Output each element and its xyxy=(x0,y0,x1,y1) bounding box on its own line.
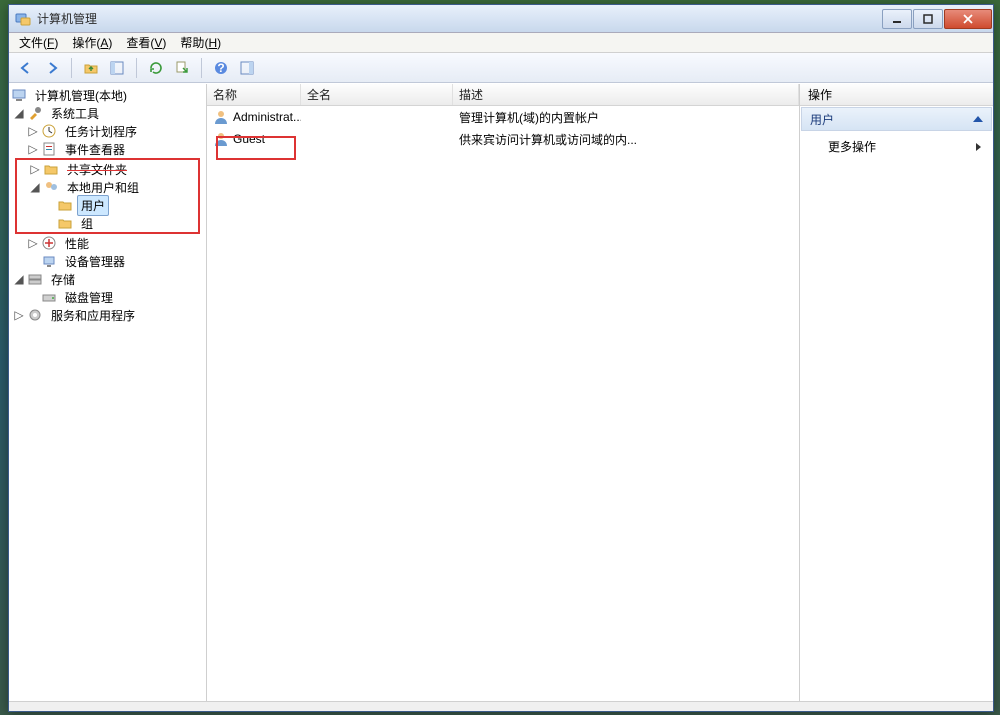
tree-event-viewer[interactable]: ▷ 事件查看器 xyxy=(9,140,206,158)
tree-disk-management[interactable]: ▷ 磁盘管理 xyxy=(9,288,206,306)
folder-icon xyxy=(57,197,73,213)
list-row[interactable]: Administrat... 管理计算机(域)的内置帐户 xyxy=(207,106,799,128)
action-more[interactable]: 更多操作 xyxy=(800,132,993,161)
toolbar-separator xyxy=(201,58,202,78)
expand-icon[interactable]: ▷ xyxy=(27,237,39,249)
list-pane: 名称 全名 描述 Administrat... 管理计算机(域)的内置帐户 G xyxy=(207,84,800,701)
close-button[interactable] xyxy=(944,9,992,29)
toolbar-separator xyxy=(71,58,72,78)
list-body[interactable]: Administrat... 管理计算机(域)的内置帐户 Guest 供来宾访问… xyxy=(207,106,799,701)
maximize-button[interactable] xyxy=(913,9,943,29)
disk-icon xyxy=(41,289,57,305)
main-content: 计算机管理(本地) ◢ 系统工具 ▷ 任务计划程序 ▷ xyxy=(9,83,993,701)
collapse-icon[interactable]: ◢ xyxy=(13,273,25,285)
column-fullname[interactable]: 全名 xyxy=(301,84,453,105)
tree-services-apps[interactable]: ▷ 服务和应用程序 xyxy=(9,306,206,324)
performance-icon xyxy=(41,235,57,251)
expand-icon[interactable]: ▷ xyxy=(29,163,41,175)
help-icon: ? xyxy=(213,60,229,76)
column-description[interactable]: 描述 xyxy=(453,84,799,105)
expand-icon[interactable]: ▷ xyxy=(13,309,25,321)
minimize-button[interactable] xyxy=(882,9,912,29)
tree-task-scheduler[interactable]: ▷ 任务计划程序 xyxy=(9,122,206,140)
clock-icon xyxy=(41,123,57,139)
actions-pane-header: 操作 xyxy=(800,84,993,106)
expand-icon[interactable]: ▷ xyxy=(27,143,39,155)
device-icon xyxy=(41,253,57,269)
arrow-right-icon xyxy=(44,60,60,76)
menu-action[interactable]: 操作(A) xyxy=(66,32,118,53)
column-name[interactable]: 名称 xyxy=(207,84,301,105)
help-button[interactable]: ? xyxy=(210,57,232,79)
collapse-icon[interactable]: ◢ xyxy=(29,181,41,193)
computer-icon xyxy=(11,87,27,103)
tree-groups[interactable]: ▷ 组 xyxy=(17,214,198,232)
panel-action-icon xyxy=(239,60,255,76)
close-icon xyxy=(963,14,973,24)
user-icon xyxy=(213,131,229,147)
tree-device-manager[interactable]: ▷ 设备管理器 xyxy=(9,252,206,270)
show-hide-tree-button[interactable] xyxy=(106,57,128,79)
statusbar xyxy=(9,701,993,711)
toolbar-separator xyxy=(136,58,137,78)
storage-icon xyxy=(27,271,43,287)
menu-file[interactable]: 文件(F) xyxy=(13,32,64,53)
menu-view[interactable]: 查看(V) xyxy=(120,32,172,53)
menu-help[interactable]: 帮助(H) xyxy=(174,32,227,53)
shared-folder-icon xyxy=(43,161,59,177)
up-folder-icon xyxy=(83,60,99,76)
tree-performance[interactable]: ▷ 性能 xyxy=(9,234,206,252)
minimize-icon xyxy=(892,14,902,24)
actions-pane: 操作 用户 更多操作 xyxy=(800,84,993,701)
menubar: 文件(F) 操作(A) 查看(V) 帮助(H) xyxy=(9,33,993,53)
app-icon xyxy=(15,11,31,27)
app-window: 计算机管理 文件(F) 操作(A) 查看(V) 帮助(H) xyxy=(8,4,994,712)
event-icon xyxy=(41,141,57,157)
list-header: 名称 全名 描述 xyxy=(207,84,799,106)
tree-local-users-groups[interactable]: ◢ 本地用户和组 xyxy=(17,178,198,196)
tree-root[interactable]: 计算机管理(本地) xyxy=(9,86,206,104)
user-icon xyxy=(213,109,229,125)
up-level-button[interactable] xyxy=(80,57,102,79)
toolbar: ? xyxy=(9,53,993,83)
arrow-left-icon xyxy=(18,60,34,76)
tools-icon xyxy=(27,105,43,121)
tree-storage[interactable]: ◢ 存储 xyxy=(9,270,206,288)
nav-forward-button[interactable] xyxy=(41,57,63,79)
nav-back-button[interactable] xyxy=(15,57,37,79)
svg-text:?: ? xyxy=(217,61,224,75)
refresh-icon xyxy=(148,60,164,76)
annotation-highlight-tree: ▷ 共享文件夹 ◢ 本地用户和组 ▷ 用户 xyxy=(15,158,200,234)
titlebar[interactable]: 计算机管理 xyxy=(9,5,993,33)
panel-tree-icon xyxy=(109,60,125,76)
actions-context-header[interactable]: 用户 xyxy=(801,107,992,131)
expand-icon[interactable]: ▷ xyxy=(27,125,39,137)
tree-system-tools[interactable]: ◢ 系统工具 xyxy=(9,104,206,122)
refresh-button[interactable] xyxy=(145,57,167,79)
list-row[interactable]: Guest 供来宾访问计算机或访问域的内... xyxy=(207,128,799,150)
window-title: 计算机管理 xyxy=(37,10,97,27)
export-icon xyxy=(174,60,190,76)
collapse-up-icon xyxy=(973,116,983,122)
tree-shared-folders[interactable]: ▷ 共享文件夹 xyxy=(17,160,198,178)
show-hide-action-pane-button[interactable] xyxy=(236,57,258,79)
chevron-right-icon xyxy=(976,143,981,151)
users-groups-icon xyxy=(43,179,59,195)
maximize-icon xyxy=(923,14,933,24)
tree-pane[interactable]: 计算机管理(本地) ◢ 系统工具 ▷ 任务计划程序 ▷ xyxy=(9,84,207,701)
collapse-icon[interactable]: ◢ xyxy=(13,107,25,119)
services-icon xyxy=(27,307,43,323)
tree-users[interactable]: ▷ 用户 xyxy=(17,196,198,214)
folder-icon xyxy=(57,215,73,231)
export-list-button[interactable] xyxy=(171,57,193,79)
